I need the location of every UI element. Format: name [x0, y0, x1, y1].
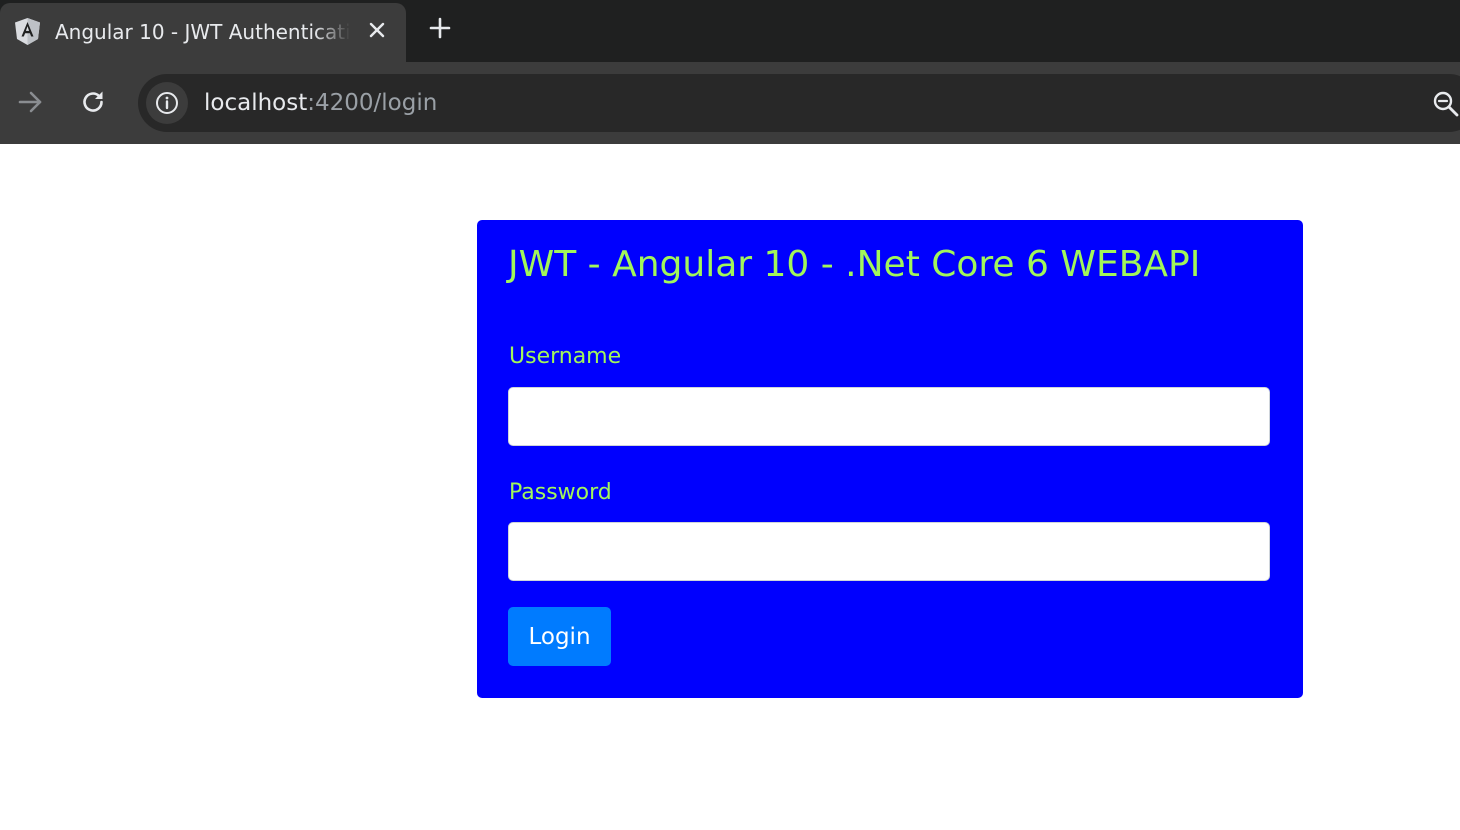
- plus-icon[interactable]: [425, 13, 455, 43]
- address-bar[interactable]: localhost:4200/login: [138, 74, 1460, 132]
- reload-icon[interactable]: [76, 85, 110, 119]
- login-button[interactable]: Login: [508, 607, 611, 666]
- password-label: Password: [509, 480, 612, 505]
- url-text[interactable]: localhost:4200/login: [204, 86, 437, 120]
- url-host: localhost: [204, 90, 308, 116]
- tab-strip: Angular 10 - JWT Authentication: [0, 0, 1460, 62]
- tab-title: Angular 10 - JWT Authentication: [55, 20, 350, 44]
- arrow-right-icon[interactable]: [13, 85, 47, 119]
- site-info-button[interactable]: [146, 82, 188, 124]
- zoom-out-icon[interactable]: [1432, 90, 1460, 118]
- username-input[interactable]: [508, 387, 1270, 446]
- login-card: JWT - Angular 10 - .Net Core 6 WEBAPI Us…: [477, 220, 1303, 698]
- close-icon[interactable]: [364, 17, 390, 43]
- active-tab[interactable]: Angular 10 - JWT Authentication: [0, 3, 406, 62]
- browser-chrome: Angular 10 - JWT Authentication localhos…: [0, 0, 1460, 144]
- username-label: Username: [509, 344, 622, 369]
- password-input[interactable]: [508, 522, 1270, 581]
- browser-toolbar: localhost:4200/login: [0, 62, 1460, 144]
- url-path: :4200/login: [307, 90, 438, 116]
- page-title: JWT - Angular 10 - .Net Core 6 WEBAPI: [508, 244, 1201, 285]
- angular-logo-icon: [15, 18, 40, 45]
- info-icon: [156, 92, 178, 114]
